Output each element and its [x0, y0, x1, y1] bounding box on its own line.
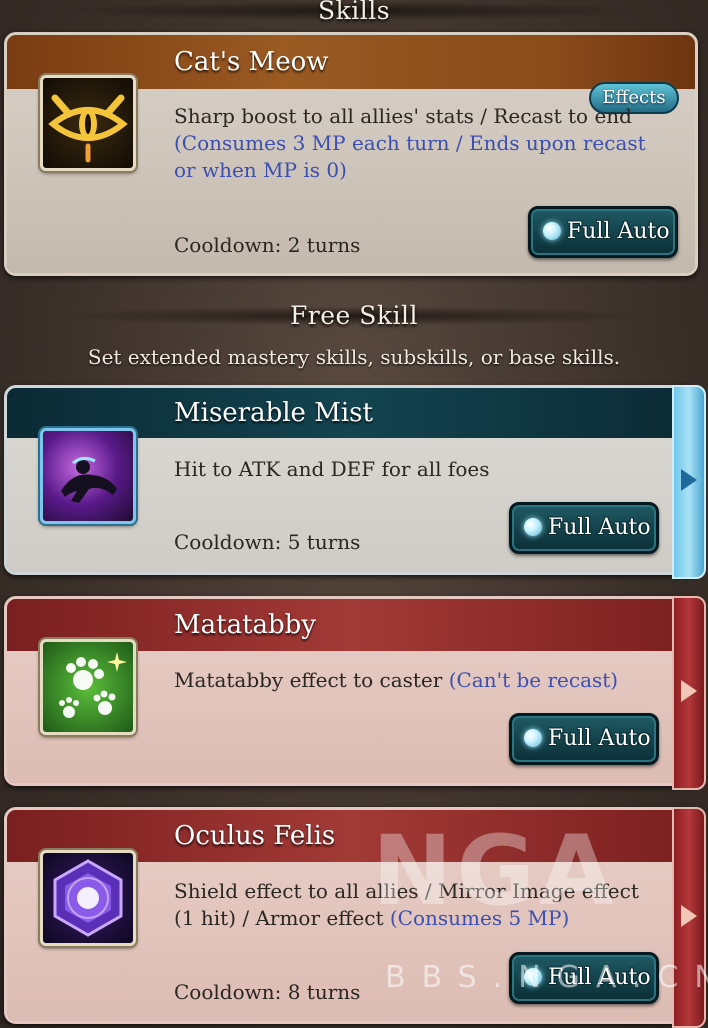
full-auto-button[interactable]: Full Auto [528, 206, 678, 258]
full-auto-button[interactable]: Full Auto [509, 713, 659, 765]
skill-card-cats-meow[interactable]: Cat's Meow Effects Sharp boost to all al… [4, 32, 698, 276]
expand-tab-miserable-mist[interactable] [672, 385, 706, 579]
skill-description: Matatabby effect to caster (Can't be rec… [174, 668, 619, 692]
collapsed-figure-icon [40, 428, 136, 524]
free-skill-heading: Free Skill [0, 301, 708, 330]
free-skill-subtitle: Set extended mastery skills, subskills, … [87, 345, 621, 369]
watermark-text: BBS.NGA.CN [385, 960, 708, 995]
skill-name: Miserable Mist [174, 398, 373, 428]
skill-cooldown: Cooldown: 5 turns [174, 530, 361, 554]
watermark-logo: NGA [372, 815, 618, 927]
skill-cooldown: Cooldown: 8 turns [174, 980, 361, 1004]
toggle-indicator-icon [524, 518, 542, 536]
skills-heading: Skills [0, 0, 708, 25]
toggle-indicator-icon [543, 222, 561, 240]
paw-prints-icon [40, 639, 136, 735]
skill-name: Cat's Meow [174, 47, 329, 77]
cat-eye-icon [40, 75, 136, 171]
skill-cooldown: Cooldown: 2 turns [174, 233, 361, 257]
skill-name: Oculus Felis [174, 821, 336, 851]
purple-hexagon-icon [40, 850, 136, 946]
skill-card-miserable-mist[interactable]: Miserable Mist Hit to ATK and DEF for al… [4, 385, 698, 575]
skill-description: Hit to ATK and DEF for all foes [174, 457, 490, 481]
arrow-right-icon [681, 680, 697, 702]
expand-tab-matatabby[interactable] [672, 596, 706, 790]
skill-name: Matatabby [174, 610, 316, 640]
arrow-right-icon [681, 469, 697, 491]
skill-card-matatabby[interactable]: Matatabby Matatabby effect to caster (Ca… [4, 596, 698, 786]
toggle-indicator-icon [524, 729, 542, 747]
full-auto-button[interactable]: Full Auto [509, 502, 659, 554]
skill-description: Sharp boost to all allies' stats / Recas… [174, 104, 646, 182]
